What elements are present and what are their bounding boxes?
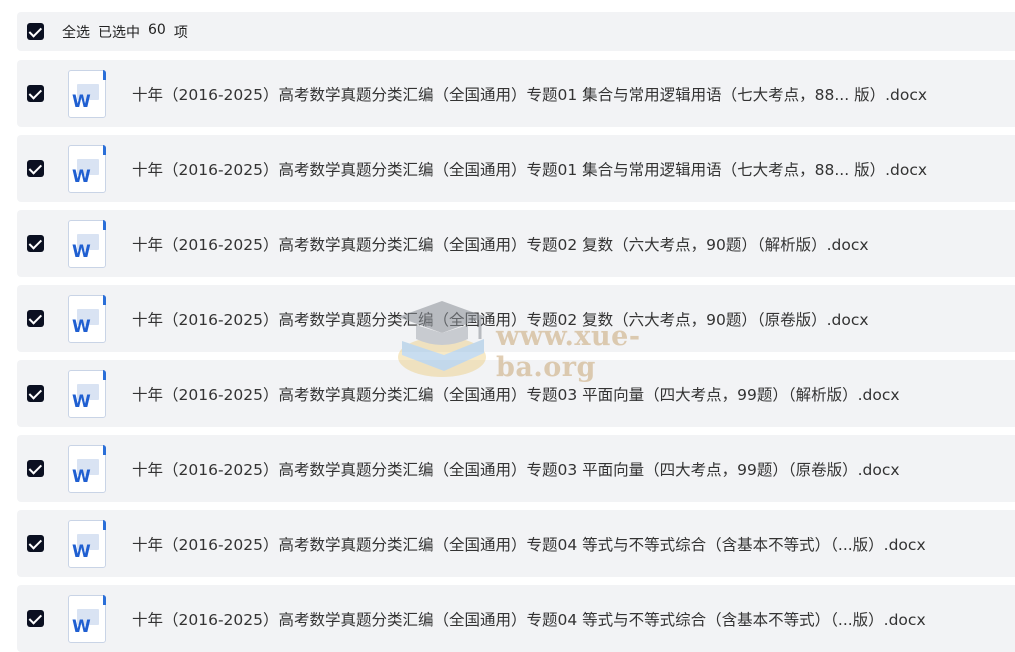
word-doc-icon: W <box>68 594 106 643</box>
word-doc-icon: W <box>68 219 106 268</box>
file-checkbox[interactable] <box>27 385 44 402</box>
file-name[interactable]: 十年（2016-2025）高考数学真题分类汇编（全国通用）专题03 平面向量（四… <box>132 383 900 405</box>
word-doc-icon: W <box>68 69 106 118</box>
file-name[interactable]: 十年（2016-2025）高考数学真题分类汇编（全国通用）专题01 集合与常用逻… <box>132 83 927 105</box>
word-doc-icon: W <box>68 144 106 193</box>
file-checkbox[interactable] <box>27 535 44 552</box>
file-row[interactable]: W 十年（2016-2025）高考数学真题分类汇编（全国通用）专题02 复数（六大… <box>17 285 1015 352</box>
file-checkbox[interactable] <box>27 160 44 177</box>
select-all-bar: 全选 已选中 60 项 <box>17 12 1015 51</box>
file-checkbox[interactable] <box>27 235 44 252</box>
file-row[interactable]: W 十年（2016-2025）高考数学真题分类汇编（全国通用）专题03 平面向量（… <box>17 435 1015 502</box>
selected-suffix: 项 <box>173 24 188 41</box>
select-all-label[interactable]: 全选 <box>62 22 90 42</box>
selected-count: 60 <box>148 21 166 38</box>
file-row[interactable]: W 十年（2016-2025）高考数学真题分类汇编（全国通用）专题03 平面向量（… <box>17 360 1015 427</box>
file-checkbox[interactable] <box>27 310 44 327</box>
file-name[interactable]: 十年（2016-2025）高考数学真题分类汇编（全国通用）专题04 等式与不等式… <box>132 608 926 630</box>
file-row[interactable]: W 十年（2016-2025）高考数学真题分类汇编（全国通用）专题04 等式与不等… <box>17 510 1015 577</box>
word-doc-icon: W <box>68 519 106 568</box>
select-all-checkbox[interactable] <box>27 23 44 40</box>
file-row[interactable]: W 十年（2016-2025）高考数学真题分类汇编（全国通用）专题04 等式与不等… <box>17 585 1015 652</box>
selection-summary: 全选 已选中 60 项 <box>62 22 188 42</box>
word-doc-icon: W <box>68 294 106 343</box>
file-row[interactable]: W 十年（2016-2025）高考数学真题分类汇编（全国通用）专题02 复数（六大… <box>17 210 1015 277</box>
file-checkbox[interactable] <box>27 460 44 477</box>
file-row[interactable]: W 十年（2016-2025）高考数学真题分类汇编（全国通用）专题01 集合与常用… <box>17 60 1015 127</box>
file-name[interactable]: 十年（2016-2025）高考数学真题分类汇编（全国通用）专题03 平面向量（四… <box>132 458 900 480</box>
file-name[interactable]: 十年（2016-2025）高考数学真题分类汇编（全国通用）专题02 复数（六大考… <box>132 233 869 255</box>
file-checkbox[interactable] <box>27 610 44 627</box>
file-name[interactable]: 十年（2016-2025）高考数学真题分类汇编（全国通用）专题01 集合与常用逻… <box>132 158 927 180</box>
word-doc-icon: W <box>68 369 106 418</box>
word-doc-icon: W <box>68 444 106 493</box>
file-checkbox[interactable] <box>27 85 44 102</box>
file-row[interactable]: W 十年（2016-2025）高考数学真题分类汇编（全国通用）专题01 集合与常用… <box>17 135 1015 202</box>
file-name[interactable]: 十年（2016-2025）高考数学真题分类汇编（全国通用）专题04 等式与不等式… <box>132 533 926 555</box>
selected-prefix: 已选中 <box>98 24 140 41</box>
file-name[interactable]: 十年（2016-2025）高考数学真题分类汇编（全国通用）专题02 复数（六大考… <box>132 308 869 330</box>
